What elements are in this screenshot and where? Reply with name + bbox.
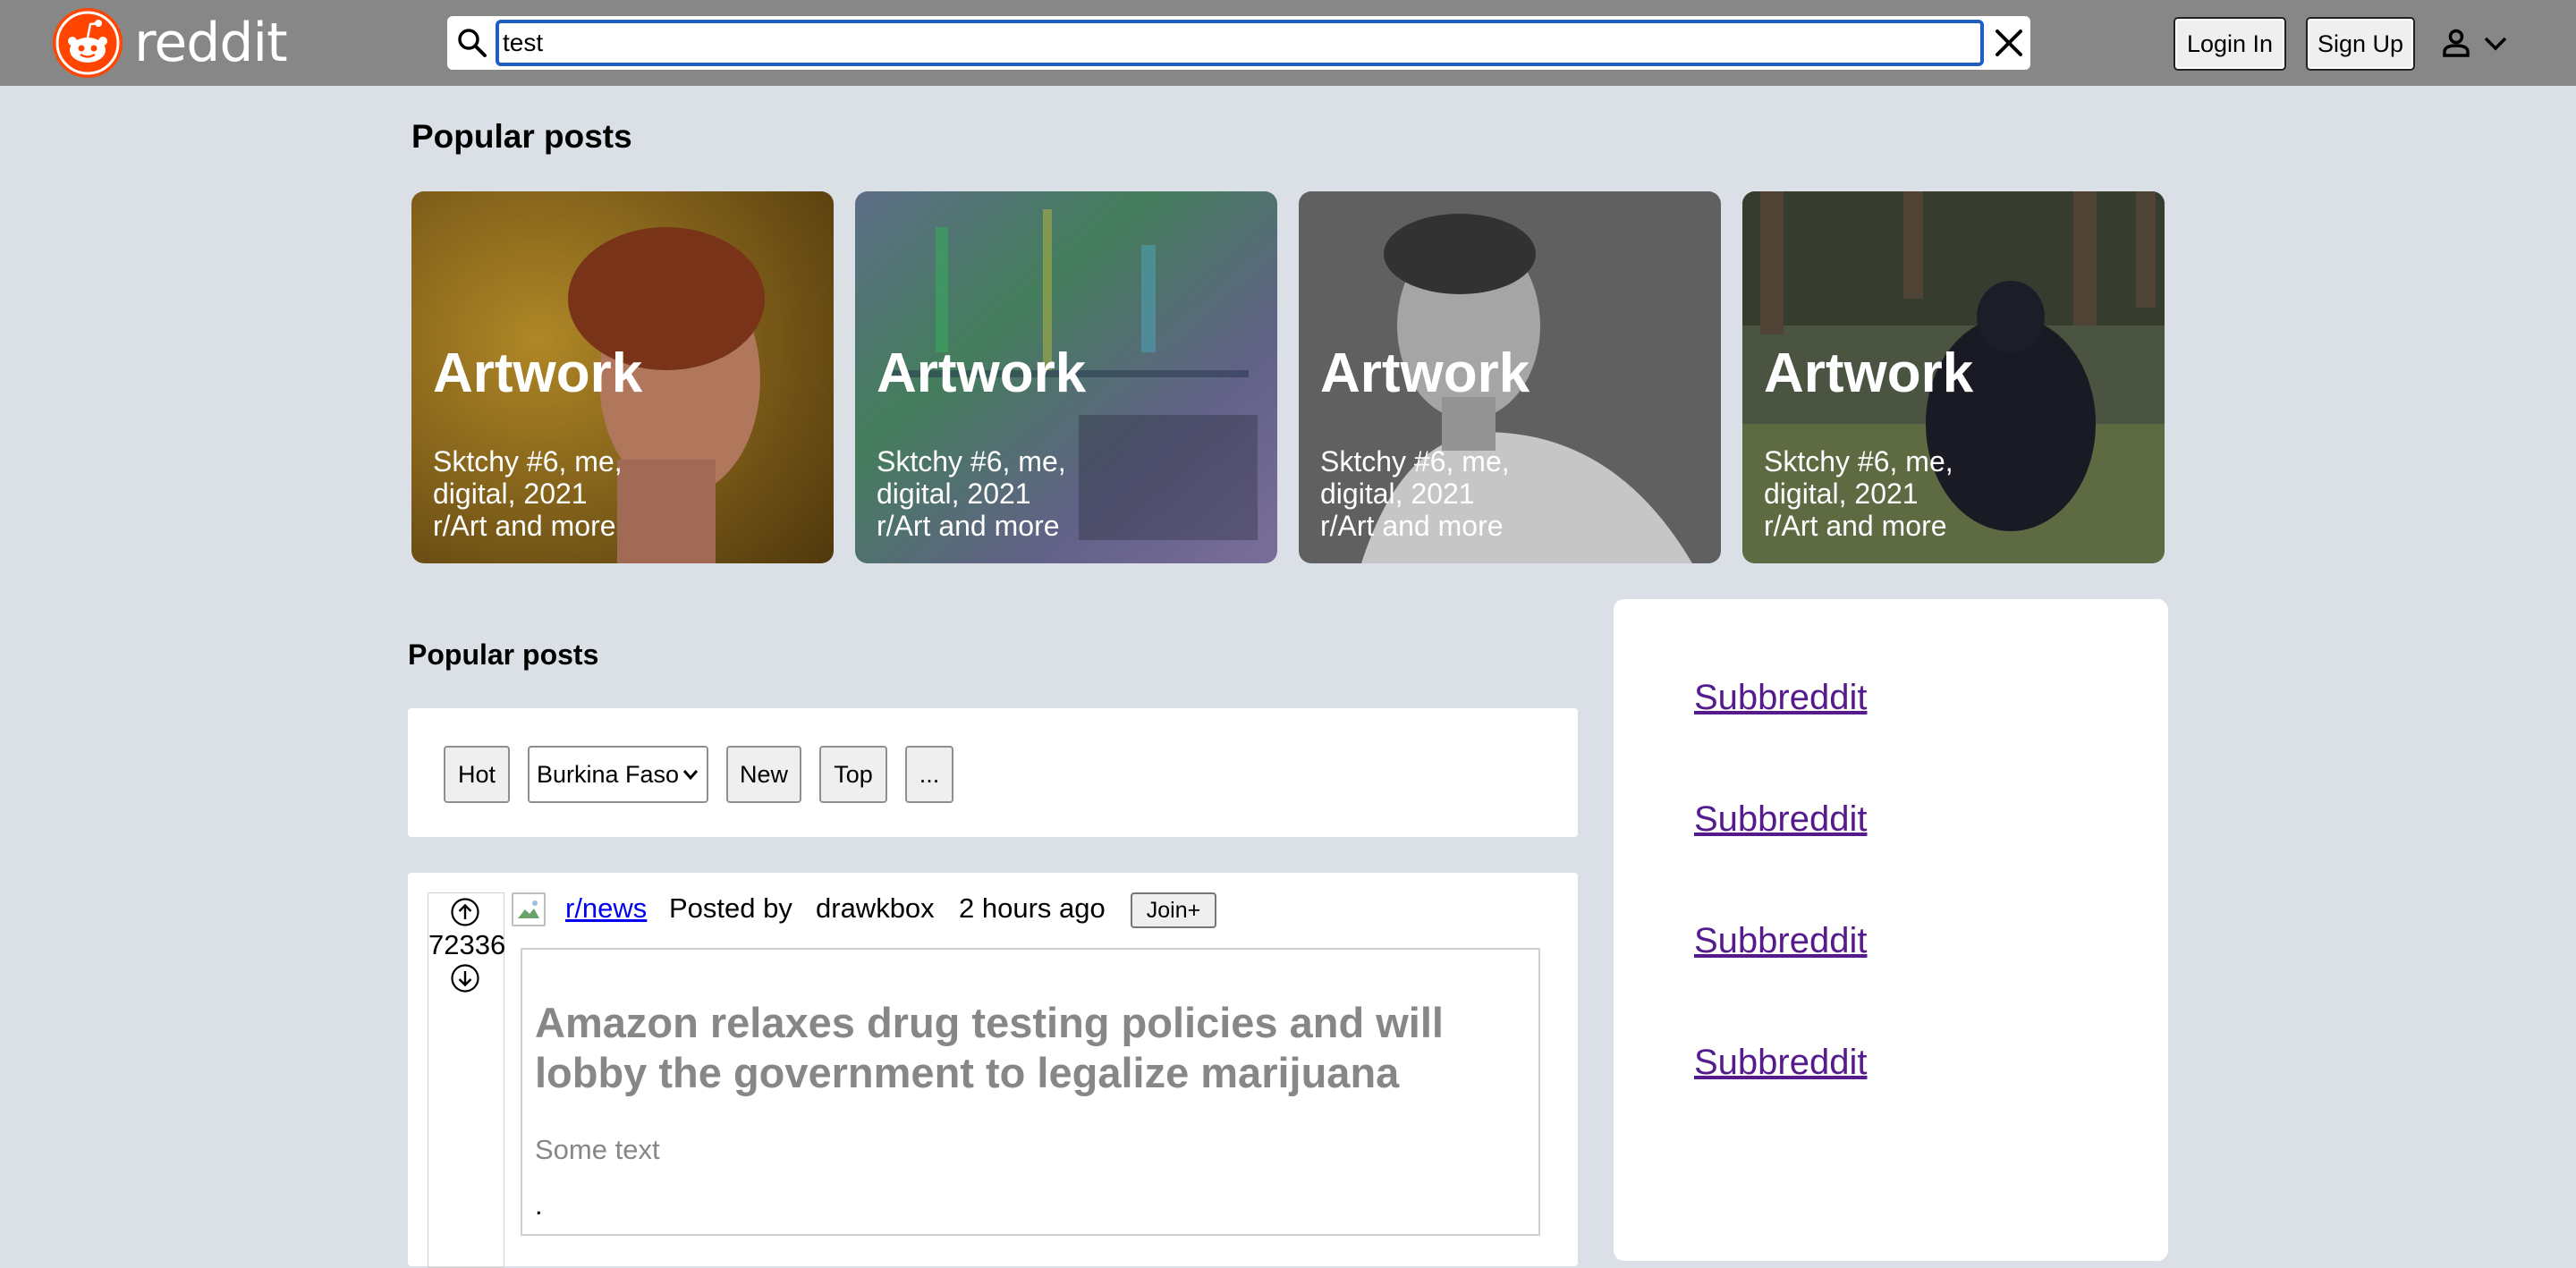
chevron-down-icon (2484, 37, 2507, 51)
sidebar-subreddit-link[interactable]: Subbreddit (1694, 678, 1867, 718)
signup-button[interactable]: Sign Up (2306, 17, 2415, 71)
card-description: Sktchy #6, me, digital, 2021 (1764, 445, 1953, 510)
user-menu-button[interactable] (2436, 20, 2517, 66)
vote-count: 72336 (428, 929, 506, 960)
sidebar-subreddit-link[interactable]: Subbreddit (1694, 1043, 1867, 1083)
sort-new-button[interactable]: New (726, 746, 801, 803)
sidebar-subreddit-link[interactable]: Subbreddit (1694, 921, 1867, 961)
sort-top-button[interactable]: Top (819, 746, 887, 803)
card-subreddit: r/Art and more (1320, 510, 1504, 542)
post-title[interactable]: Amazon relaxes drug testing policies and… (535, 998, 1501, 1098)
subreddit-sidebar: Subbreddit Subbreddit Subbreddit Subbred… (1614, 599, 2168, 1261)
top-header: reddit Login In Sign Up (0, 0, 2576, 86)
reddit-logo-icon[interactable] (52, 7, 123, 79)
logo-text[interactable]: reddit (134, 7, 288, 79)
card-description: Sktchy #6, me, digital, 2021 (877, 445, 1066, 510)
post-card: 72336 r/news Posted by drawkbox 2 hours … (408, 873, 1578, 1268)
clear-search-button[interactable] (1987, 21, 2030, 64)
subreddit-avatar-broken-image (512, 892, 546, 926)
popular-card[interactable]: Artwork Sktchy #6, me, digital, 2021 r/A… (411, 191, 834, 563)
search-input[interactable] (496, 20, 1984, 66)
card-subreddit: r/Art and more (433, 510, 616, 542)
vote-column: 72336 (428, 892, 506, 1268)
subreddit-link[interactable]: r/news (565, 892, 647, 925)
feed-heading: Popular posts (408, 638, 599, 671)
user-icon (2443, 29, 2470, 57)
post-body-text: Some text (535, 1134, 660, 1165)
sort-filter-bar: Hot Burkina Faso New Top ... (408, 708, 1578, 837)
post-content[interactable]: Amazon relaxes drug testing policies and… (521, 948, 1540, 1236)
posted-by-label: Posted by (669, 892, 792, 924)
popular-card[interactable]: Artwork Sktchy #6, me, digital, 2021 r/A… (1742, 191, 2165, 563)
popular-card[interactable]: Artwork Sktchy #6, me, digital, 2021 r/A… (855, 191, 1277, 563)
sidebar-subreddit-link[interactable]: Subbreddit (1694, 799, 1867, 840)
search-icon (458, 29, 487, 57)
join-button[interactable]: Join+ (1131, 892, 1216, 928)
location-select[interactable]: Burkina Faso (528, 746, 708, 803)
login-button[interactable]: Login In (2174, 17, 2286, 71)
close-icon (1996, 30, 2022, 56)
card-subreddit: r/Art and more (877, 510, 1060, 542)
upvote-arrow-icon[interactable] (450, 897, 480, 927)
card-title: Artwork (1764, 342, 1974, 404)
card-description: Sktchy #6, me, digital, 2021 (433, 445, 623, 510)
broken-image-icon (518, 900, 539, 918)
post-author[interactable]: drawkbox (816, 892, 935, 925)
card-subreddit: r/Art and more (1764, 510, 1947, 542)
popular-card[interactable]: Artwork Sktchy #6, me, digital, 2021 r/A… (1299, 191, 1721, 563)
card-description: Sktchy #6, me, digital, 2021 (1320, 445, 1510, 510)
post-trailing-text: . (535, 1189, 543, 1221)
post-timestamp: 2 hours ago (959, 892, 1106, 924)
search-bar (447, 16, 2030, 70)
card-title: Artwork (877, 342, 1087, 404)
more-options-button[interactable]: ... (905, 746, 953, 803)
popular-posts-heading: Popular posts (411, 118, 632, 155)
card-title: Artwork (1320, 342, 1530, 404)
sort-hot-button[interactable]: Hot (444, 746, 510, 803)
card-title: Artwork (433, 342, 643, 404)
downvote-arrow-icon[interactable] (450, 963, 480, 993)
